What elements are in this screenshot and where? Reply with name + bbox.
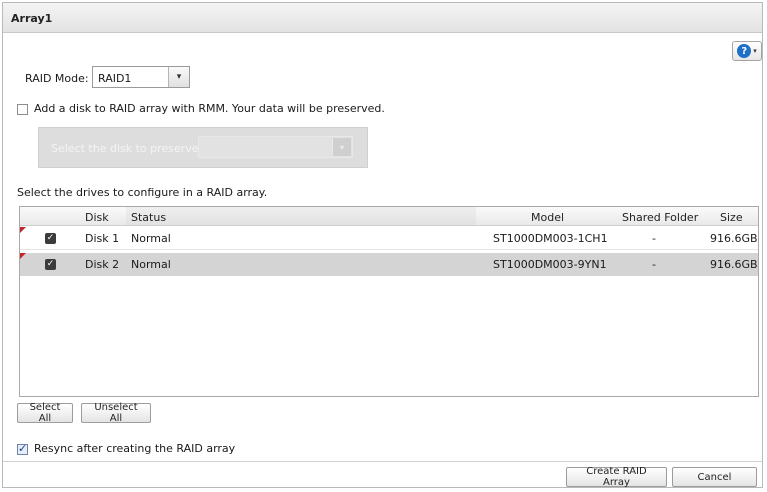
cell-model: ST1000DM003-9YN1 bbox=[493, 258, 607, 271]
cell-status: Normal bbox=[131, 232, 171, 245]
col-shared-header[interactable]: Shared Folder bbox=[622, 211, 698, 224]
dialog-title: Array1 bbox=[11, 12, 53, 25]
array-dialog: Array1 ? ▾ RAID Mode: RAID1 ▾ Add a disk… bbox=[2, 2, 763, 488]
cell-size: 916.6GB bbox=[710, 258, 758, 271]
modified-marker bbox=[20, 253, 26, 259]
table-row[interactable]: ✓ Disk 2 Normal ST1000DM003-9YN1 - 916.6… bbox=[20, 253, 758, 276]
title-bar: Array1 bbox=[3, 3, 762, 33]
raid-mode-value: RAID1 bbox=[98, 72, 132, 85]
row-checkbox[interactable]: ✓ bbox=[45, 233, 56, 244]
cell-disk: Disk 1 bbox=[85, 232, 120, 245]
drives-section-label: Select the drives to configure in a RAID… bbox=[17, 186, 268, 199]
preserve-disk-select[interactable]: ▾ bbox=[198, 136, 353, 158]
resync-checkbox[interactable] bbox=[17, 442, 28, 455]
create-raid-array-button[interactable]: Create RAID Array bbox=[566, 466, 667, 488]
preserve-disk-label: Select the disk to preserve: bbox=[51, 142, 203, 155]
help-button[interactable]: ? ▾ bbox=[732, 41, 762, 61]
help-icon: ? bbox=[737, 44, 752, 58]
col-disk-header[interactable]: Disk bbox=[85, 211, 109, 224]
col-status-header[interactable]: Status bbox=[131, 211, 166, 224]
unselect-all-button[interactable]: Unselect All bbox=[81, 402, 151, 424]
cancel-button[interactable]: Cancel bbox=[672, 467, 757, 487]
resync-label: Resync after creating the RAID array bbox=[34, 442, 236, 455]
modified-marker bbox=[20, 227, 26, 233]
col-size-header[interactable]: Size bbox=[720, 211, 743, 224]
row-checkbox[interactable]: ✓ bbox=[45, 259, 56, 270]
footer-divider bbox=[3, 461, 762, 462]
cell-shared: - bbox=[652, 232, 656, 245]
cell-model: ST1000DM003-1CH1 bbox=[493, 232, 608, 245]
cell-disk: Disk 2 bbox=[85, 258, 120, 271]
table-header: Disk Status Model Shared Folder Size bbox=[20, 207, 758, 226]
chevron-down-icon: ▾ bbox=[332, 138, 351, 156]
chevron-down-icon[interactable]: ▾ bbox=[168, 67, 189, 87]
raid-mode-label: RAID Mode: bbox=[25, 72, 89, 85]
cell-shared: - bbox=[652, 258, 656, 271]
cell-status: Normal bbox=[131, 258, 171, 271]
chevron-down-icon: ▾ bbox=[753, 47, 757, 55]
select-all-button[interactable]: Select All bbox=[17, 402, 73, 424]
preserve-disk-panel: Select the disk to preserve: ▾ bbox=[38, 127, 368, 168]
rmm-checkbox[interactable] bbox=[17, 104, 28, 115]
rmm-label: Add a disk to RAID array with RMM. Your … bbox=[34, 102, 385, 115]
col-model-header[interactable]: Model bbox=[531, 211, 564, 224]
raid-mode-select[interactable]: RAID1 ▾ bbox=[92, 66, 190, 88]
table-row[interactable]: ✓ Disk 1 Normal ST1000DM003-1CH1 - 916.6… bbox=[20, 227, 758, 250]
cell-size: 916.6GB bbox=[710, 232, 758, 245]
drives-table: Disk Status Model Shared Folder Size ✓ D… bbox=[19, 206, 759, 397]
